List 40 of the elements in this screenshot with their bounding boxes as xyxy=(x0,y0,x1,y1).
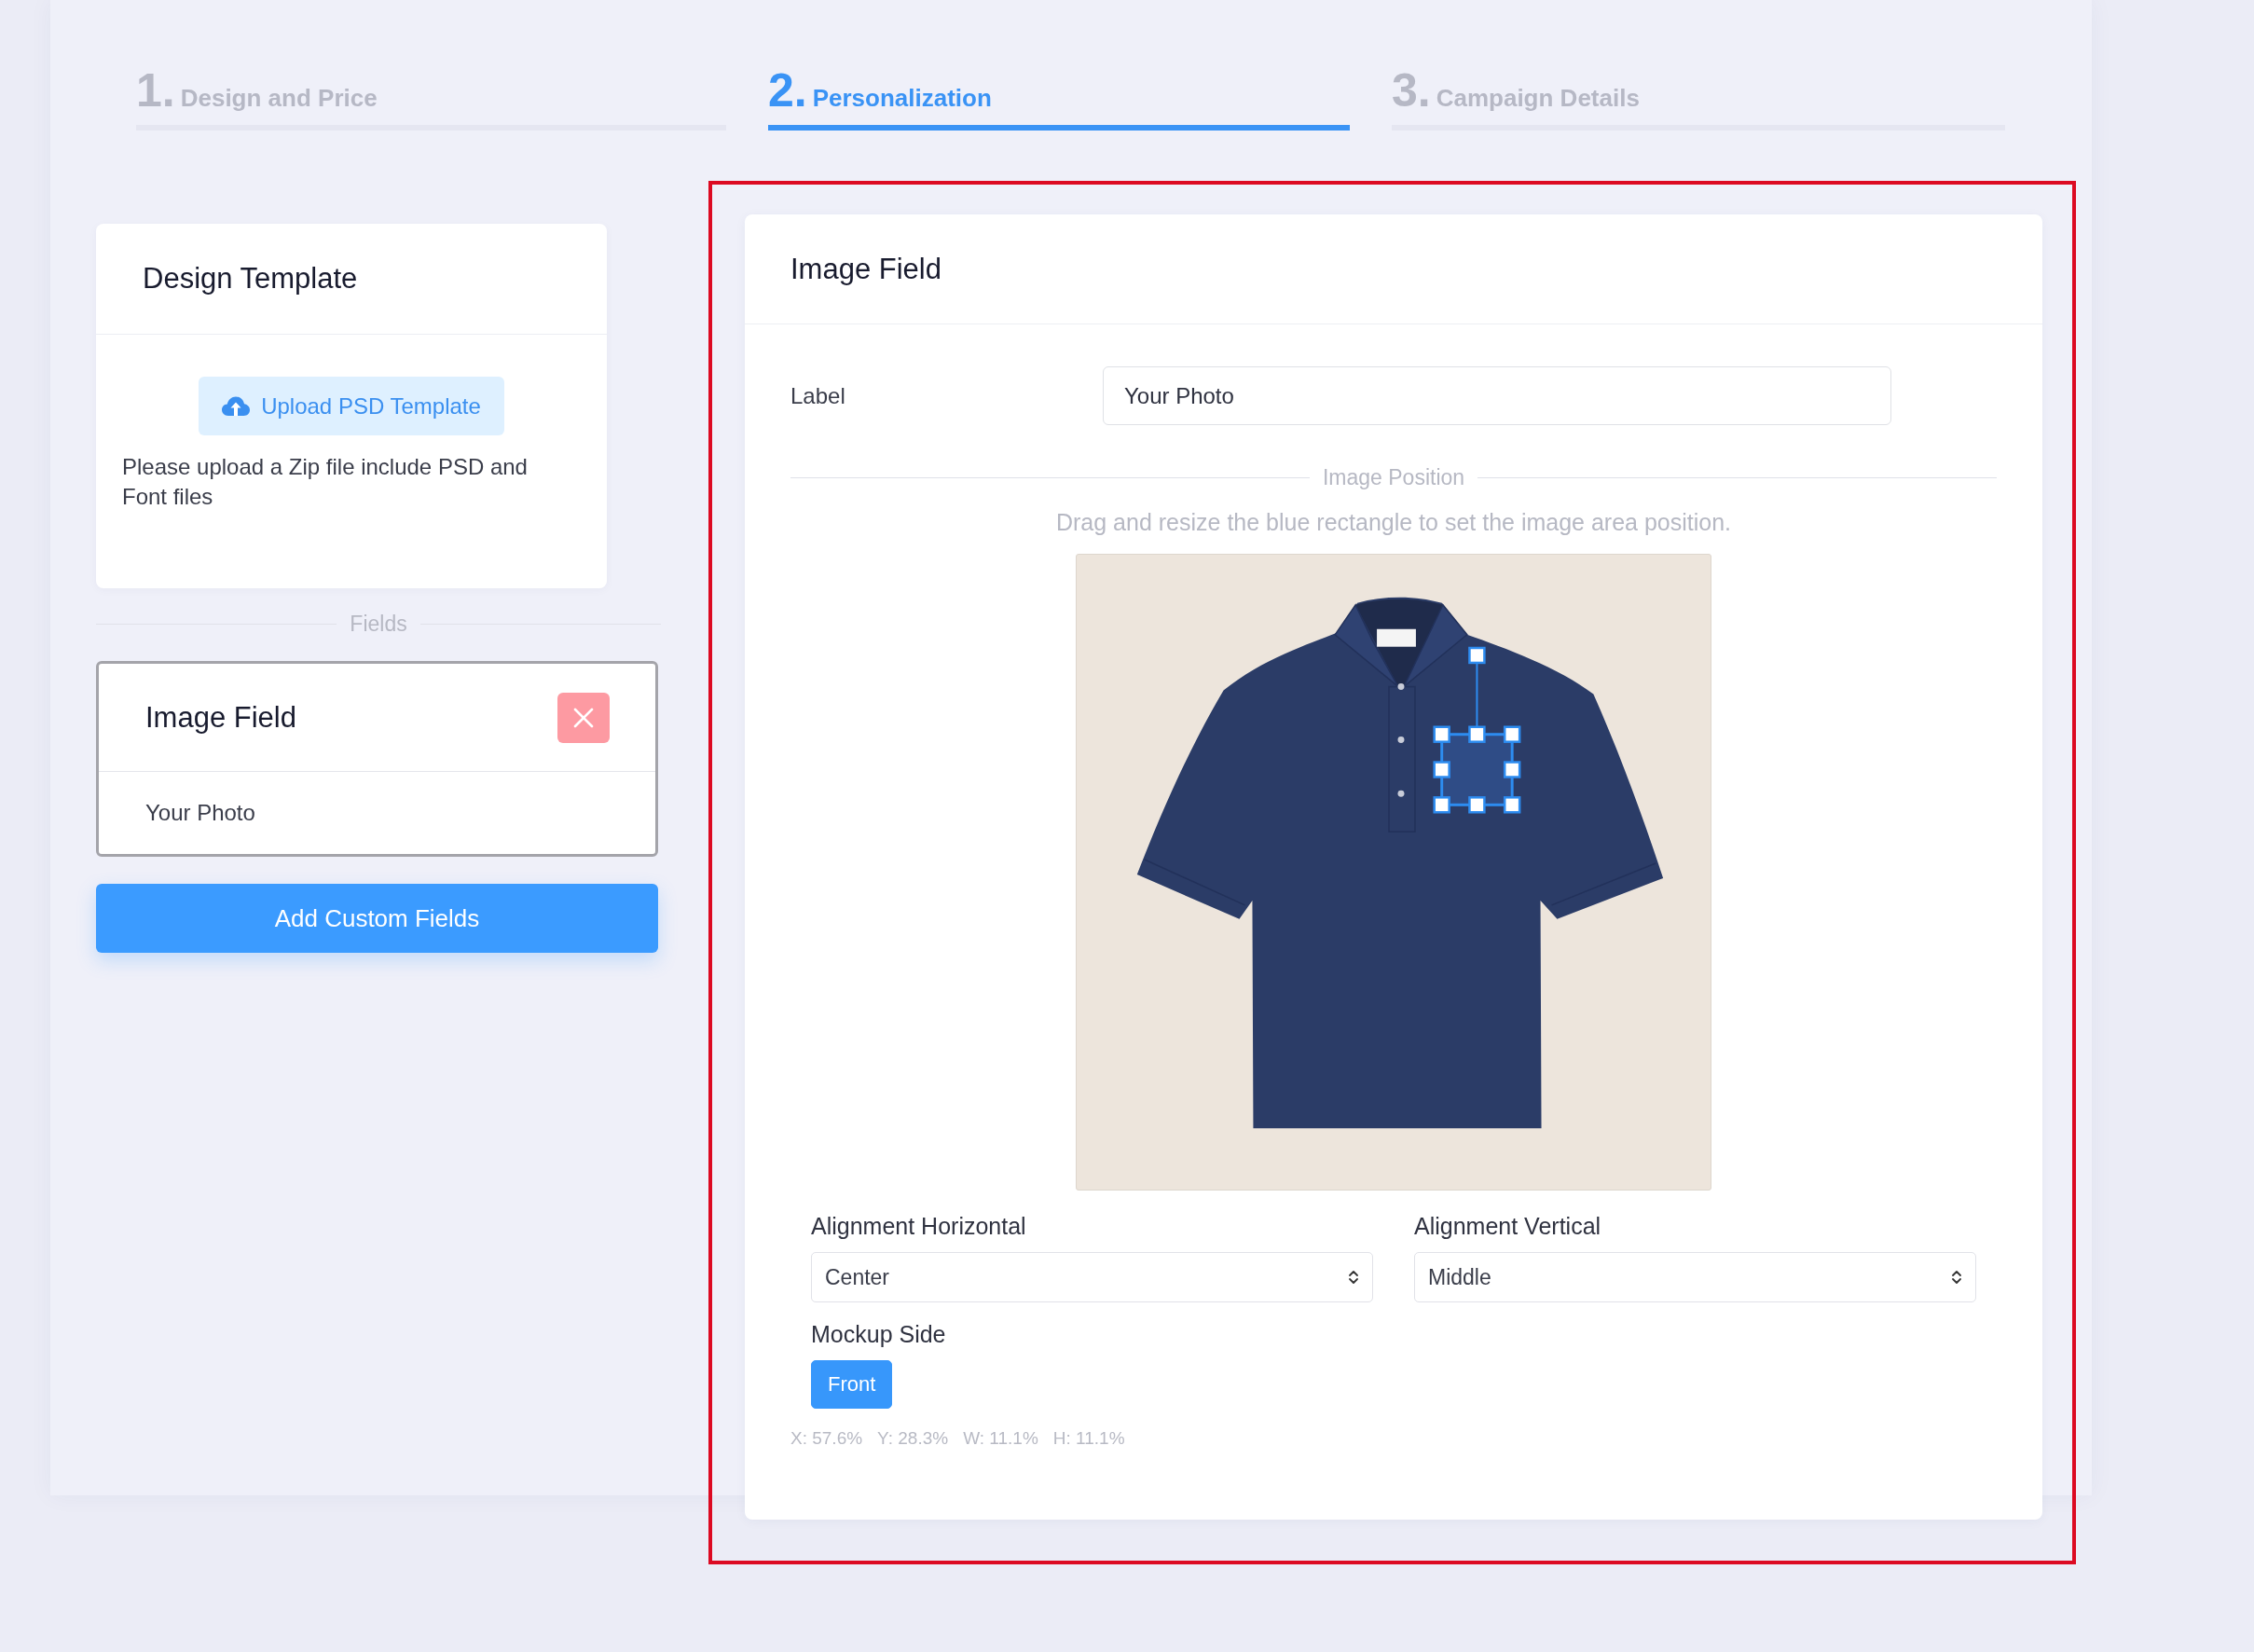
upload-instructions: Please upload a Zip file include PSD and Font files xyxy=(122,453,529,511)
resize-handle[interactable] xyxy=(1503,796,1521,814)
select-label: Alignment Vertical xyxy=(1414,1212,1602,1240)
field-card[interactable]: Image Field Your Photo xyxy=(96,661,658,857)
position-readout: X: 57.6% xyxy=(790,1427,863,1450)
image-position-divider-label: Image Position xyxy=(1322,464,1465,491)
delete-field-button[interactable] xyxy=(557,692,610,743)
card-title: Design Template xyxy=(143,262,358,296)
resize-handle[interactable] xyxy=(1503,725,1521,743)
resize-handle[interactable] xyxy=(1468,796,1486,814)
mockup-side-button[interactable]: Front xyxy=(811,1360,893,1409)
select-label: Alignment Horizontal xyxy=(811,1212,1027,1240)
resize-handle[interactable] xyxy=(1433,761,1450,778)
card-title: Image Field xyxy=(790,252,941,286)
position-readout: H: 11.1% xyxy=(1052,1427,1125,1450)
vertical-alignment-select[interactable]: Middle xyxy=(1414,1252,1976,1302)
close-icon xyxy=(573,707,594,728)
resize-handle[interactable] xyxy=(1503,761,1521,778)
position-readout: Y: 28.3% xyxy=(877,1427,949,1450)
add-custom-fields-button[interactable]: Add Custom Fields xyxy=(96,884,658,953)
chevron-up-down-icon xyxy=(1951,1269,1962,1286)
fields-divider-label: Fields xyxy=(350,611,407,638)
resize-handle[interactable] xyxy=(1433,796,1450,814)
cloud-upload-icon xyxy=(222,395,251,417)
resize-handle[interactable] xyxy=(1468,725,1486,743)
position-hint: Drag and resize the blue rectangle to set the image area position. xyxy=(1054,508,1733,536)
rotate-handle[interactable] xyxy=(1468,646,1486,665)
horizontal-alignment-select[interactable]: Center xyxy=(811,1252,1373,1302)
upload-psd-button[interactable]: Upload PSD Template xyxy=(199,377,504,435)
position-readout: W: 11.1% xyxy=(963,1427,1038,1450)
step-tab[interactable]: 3.Campaign Details xyxy=(1392,67,2005,131)
field-value: Your Photo xyxy=(145,800,255,826)
mockup-side-label: Mockup Side xyxy=(811,1320,947,1348)
field-label: Label xyxy=(790,382,846,409)
field-title: Image Field xyxy=(145,700,296,735)
resize-handle[interactable] xyxy=(1433,725,1450,743)
chevron-up-down-icon xyxy=(1348,1269,1359,1286)
step-tab[interactable]: 2.Personalization xyxy=(768,67,1350,131)
label-input[interactable]: Your Photo xyxy=(1103,366,1891,425)
step-tab[interactable]: 1.Design and Price xyxy=(136,67,726,131)
